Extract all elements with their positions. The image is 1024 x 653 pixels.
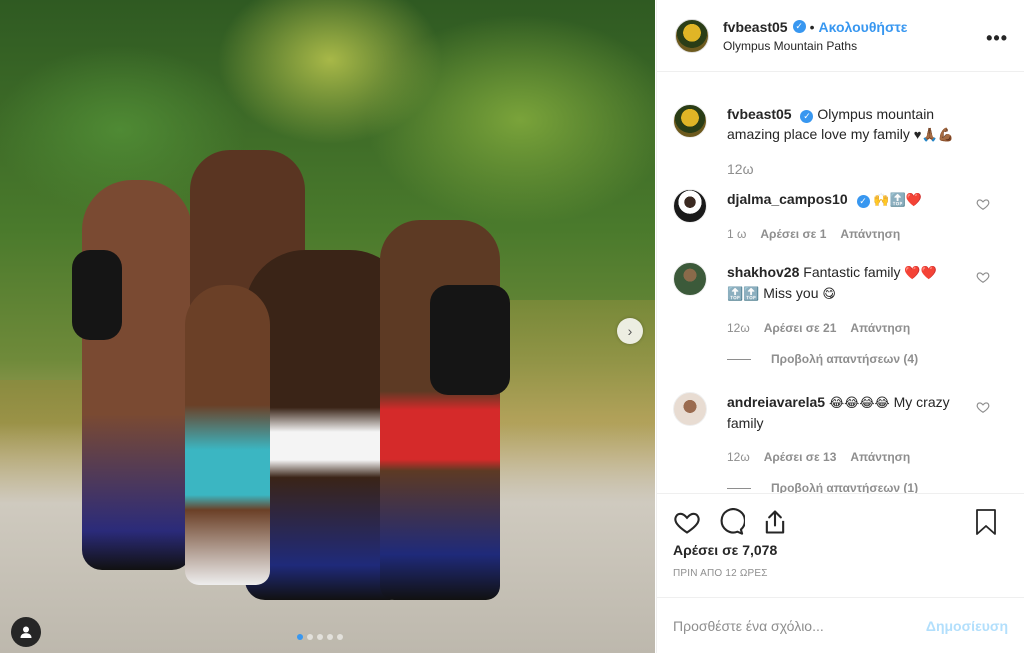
avatar[interactable] — [673, 392, 707, 426]
comment-likes[interactable]: Αρέσει σε 21 — [764, 318, 837, 338]
carousel-indicator — [297, 634, 343, 640]
comment-time: 12ω — [727, 450, 750, 464]
verified-badge-icon: ✓ — [792, 20, 806, 33]
username-link[interactable]: fvbeast05 — [723, 19, 788, 35]
verified-badge-icon: ✓ — [856, 194, 870, 208]
avatar[interactable] — [673, 262, 707, 296]
view-replies-button[interactable]: Προβολή απαντήσεων (1) — [727, 481, 1008, 493]
view-replies-label: Προβολή απαντήσεων (4) — [771, 352, 919, 366]
comment-item: djalma_campos10 ✓ 🙌🔝❤️ 1 ω Αρέσει σε 1 Α… — [673, 189, 1008, 244]
carousel-dot — [297, 634, 303, 640]
comment-username[interactable]: djalma_campos10 — [727, 191, 848, 207]
avatar[interactable] — [673, 104, 707, 138]
caption: fvbeast05 ✓ Olympus mountain amazing pla… — [673, 104, 1008, 179]
avatar[interactable] — [673, 189, 707, 223]
comment-time: 12ω — [727, 321, 750, 335]
view-replies-button[interactable]: Προβολή απαντήσεων (4) — [727, 352, 1008, 366]
reply-button[interactable]: Απάντηση — [850, 318, 910, 338]
post-side-panel: fvbeast05 ✓ • Ακολουθήστε Olympus Mounta… — [656, 0, 1024, 653]
person-child — [185, 285, 270, 585]
post-header: fvbeast05 ✓ • Ακολουθήστε Olympus Mounta… — [657, 0, 1024, 72]
divider — [727, 358, 751, 360]
comment-emojis: ❤️❤️ — [904, 265, 937, 280]
comment-likes[interactable]: Αρέσει σε 13 — [764, 447, 837, 467]
add-comment-bar: Δημοσίευση — [657, 597, 1024, 653]
avatar[interactable] — [675, 18, 709, 53]
heart-icon[interactable] — [976, 270, 990, 284]
heart-icon[interactable] — [976, 400, 990, 414]
comment-emojis: 🙌🔝❤️ — [873, 192, 922, 207]
comment-time: 1 ω — [727, 227, 747, 241]
comment-item: shakhov28 Fantastic family ❤️❤️ 🔝🔝 Miss … — [673, 262, 1008, 338]
post-photo[interactable]: › — [0, 0, 655, 653]
comment-emojis: 😂😂😂😂 — [828, 395, 890, 410]
chevron-right-icon: › — [627, 323, 633, 339]
tagged-users-button[interactable] — [11, 617, 41, 647]
person-boy — [380, 220, 500, 600]
separator-dot: • — [809, 18, 815, 35]
carousel-next-button[interactable]: › — [617, 318, 643, 344]
carousel-dot — [337, 634, 343, 640]
comment-likes[interactable]: Αρέσει σε 1 — [760, 224, 826, 244]
post-comment-button[interactable]: Δημοσίευση — [926, 618, 1008, 634]
reply-button[interactable]: Απάντηση — [840, 224, 900, 244]
carousel-dot — [317, 634, 323, 640]
caption-username[interactable]: fvbeast05 — [727, 106, 792, 122]
comment-icon[interactable] — [717, 508, 745, 536]
follow-button[interactable]: Ακολουθήστε — [819, 19, 908, 35]
caption-emojis: ♥🙏🏾💪🏾 — [913, 127, 954, 142]
reply-button[interactable]: Απάντηση — [850, 447, 910, 467]
bookmark-icon[interactable] — [974, 508, 998, 536]
post-actions: Αρέσει σε 7,078 ΠΡΙΝ ΑΠΟ 12 ΩΡΕΣ — [657, 493, 1024, 579]
comment-username[interactable]: andreiavarela5 — [727, 394, 825, 410]
carousel-dot — [307, 634, 313, 640]
user-icon — [20, 626, 32, 638]
person-woman — [82, 180, 192, 570]
comment-text: Fantastic family — [803, 264, 901, 280]
carousel-dot — [327, 634, 333, 640]
comment-item: andreiavarela5 😂😂😂😂 My crazy family 12ω … — [673, 392, 1008, 467]
share-icon[interactable] — [761, 508, 789, 536]
heart-icon[interactable] — [976, 197, 990, 211]
comment-username[interactable]: shakhov28 — [727, 264, 799, 280]
backpack-right — [430, 285, 510, 395]
view-replies-label: Προβολή απαντήσεων (1) — [771, 481, 919, 493]
comment-emojis: 😋 — [822, 286, 836, 301]
comment-emojis: 🔝🔝 — [727, 286, 760, 301]
comments-list[interactable]: fvbeast05 ✓ Olympus mountain amazing pla… — [657, 73, 1024, 493]
caption-time: 12ω — [727, 161, 754, 177]
heart-icon[interactable] — [673, 508, 701, 536]
comment-input[interactable] — [673, 617, 926, 634]
more-options-icon[interactable]: ••• — [986, 28, 1008, 49]
divider — [727, 487, 751, 489]
post-timestamp[interactable]: ΠΡΙΝ ΑΠΟ 12 ΩΡΕΣ — [673, 568, 1008, 579]
verified-badge-icon: ✓ — [800, 109, 814, 123]
comment-text: Miss you — [763, 285, 819, 301]
location-link[interactable]: Olympus Mountain Paths — [723, 39, 907, 53]
backpack-left — [72, 250, 122, 340]
